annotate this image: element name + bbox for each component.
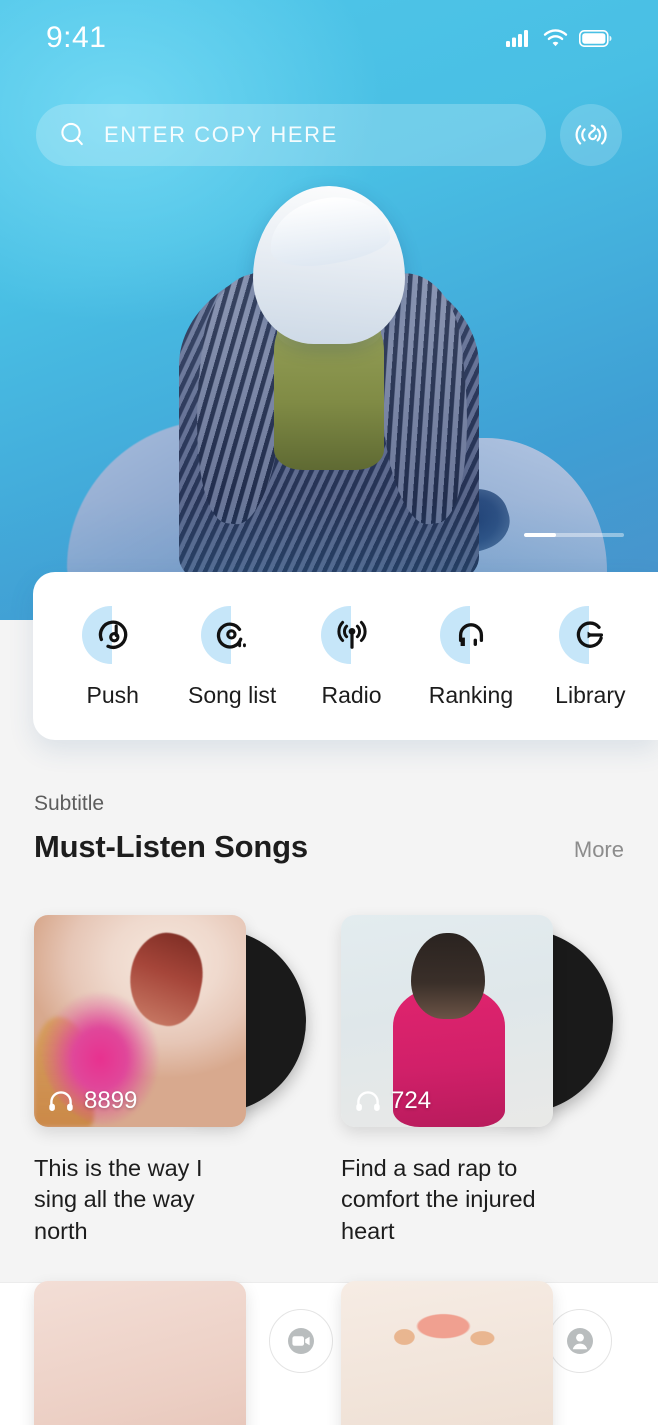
signal-icon: [506, 30, 528, 47]
song-title: This is the way I sing all the way north: [34, 1155, 203, 1244]
album-art-wrapper: 724: [341, 915, 613, 1127]
quick-menu-label: Push: [86, 681, 139, 708]
radio-icon: [320, 604, 383, 666]
phone-screen: 9:41 ENTER COPY HERE Push Song list Radi…: [0, 0, 658, 1425]
search-input[interactable]: ENTER COPY HERE: [36, 104, 546, 166]
album-art: [341, 1281, 553, 1425]
quick-menu-label: Ranking: [428, 681, 514, 708]
quick-menu-item-push[interactable]: Push: [53, 604, 172, 709]
album-art-wrapper: [34, 1281, 306, 1425]
headphone-icon: [49, 1091, 73, 1111]
quick-menu-label: Song list: [188, 681, 277, 708]
quick-menu-item-radio[interactable]: Radio: [292, 604, 411, 709]
video-camera-icon: [288, 1328, 315, 1354]
quick-menu-label: Radio: [321, 681, 382, 708]
status-bar-clock: 9:41: [46, 21, 107, 54]
song-card[interactable]: 8899 This is the way I sing all the way …: [34, 915, 306, 1247]
quick-menu-item-library[interactable]: Library: [531, 604, 650, 709]
search-row: ENTER COPY HERE: [36, 104, 622, 166]
song-title: Find a sad rap to comfort the injured he…: [341, 1155, 536, 1244]
section-header: Subtitle Must-Listen Songs More: [34, 792, 624, 865]
nav-item-profile[interactable]: [547, 1309, 612, 1373]
push-icon: [81, 604, 144, 666]
album-art-wrapper: [341, 1281, 613, 1425]
quick-menu-item-ranking[interactable]: Ranking: [411, 604, 530, 709]
ranking-icon: [439, 604, 502, 666]
quick-menu-card: Push Song list Radio Ranking Library: [33, 572, 658, 740]
search-placeholder-text: ENTER COPY HERE: [104, 122, 338, 147]
play-count: 724: [355, 1087, 431, 1115]
hero-banner[interactable]: [0, 0, 658, 620]
nav-item-video[interactable]: [269, 1309, 334, 1373]
play-count: 8899: [48, 1087, 137, 1115]
battery-icon: [579, 29, 612, 47]
search-icon: [61, 122, 83, 146]
quick-menu-item-song-list[interactable]: Song list: [172, 604, 291, 709]
song-card[interactable]: 724 Find a sad rap to comfort the injure…: [341, 915, 613, 1247]
play-count-value: 8899: [84, 1087, 138, 1114]
play-count-value: 724: [391, 1087, 432, 1114]
song-card[interactable]: [341, 1281, 613, 1425]
page-title: Must-Listen Songs: [34, 829, 308, 864]
music-recognition-icon: [575, 124, 607, 145]
song-card[interactable]: [34, 1281, 306, 1425]
more-link[interactable]: More: [574, 837, 624, 863]
album-art: [34, 1281, 246, 1425]
carousel-indicator[interactable]: [524, 533, 624, 537]
section-subtitle: Subtitle: [34, 792, 105, 815]
wifi-icon: [543, 29, 568, 47]
music-recognition-button[interactable]: [560, 104, 622, 166]
headphone-icon: [356, 1091, 380, 1111]
status-bar-icons: [506, 29, 612, 47]
song-list-icon: [201, 604, 263, 666]
library-icon: [559, 604, 621, 666]
profile-icon: [566, 1328, 593, 1354]
quick-menu-label: Library: [555, 681, 626, 708]
status-bar: 9:41: [0, 0, 658, 76]
album-art-wrapper: 8899: [34, 915, 306, 1127]
